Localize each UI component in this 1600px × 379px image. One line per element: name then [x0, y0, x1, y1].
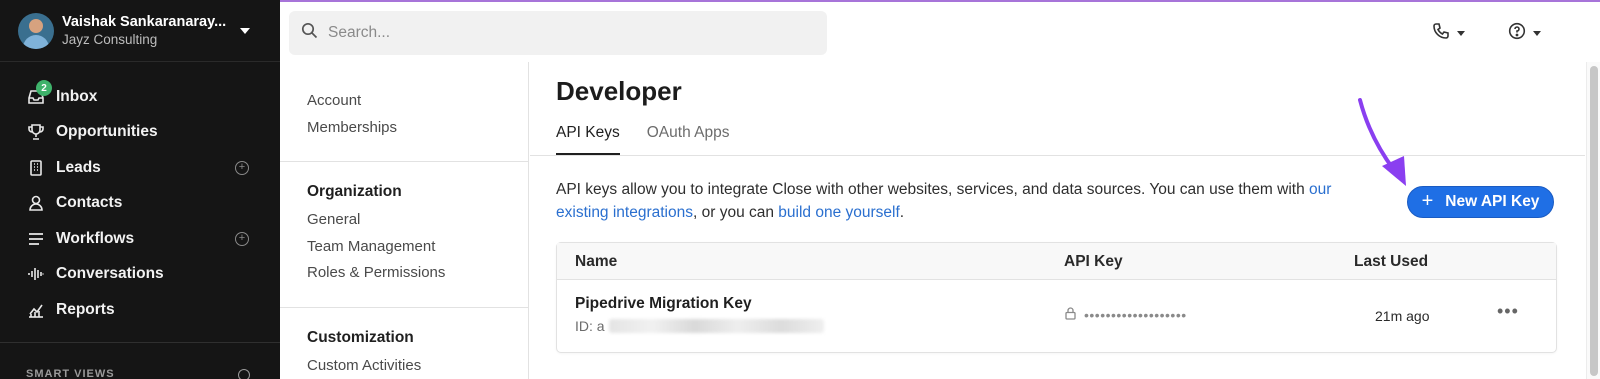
more-options-icon[interactable]: •••	[1497, 301, 1519, 322]
inbox-badge: 2	[36, 80, 52, 96]
profile-switcher[interactable]: Vaishak Sankaranaray... Jayz Consulting	[0, 0, 280, 62]
smart-views-heading: SMART VIEWS	[26, 368, 115, 379]
help-menu-button[interactable]	[1508, 22, 1541, 45]
main-content: Developer API Keys OAuth Apps API keys a…	[530, 62, 1585, 379]
description-part: .	[899, 203, 905, 221]
profile-name: Vaishak Sankaranaray...	[62, 14, 227, 30]
avatar	[18, 12, 54, 49]
main-sidebar: Vaishak Sankaranaray... Jayz Consulting …	[0, 0, 280, 379]
key-id: ID: a	[575, 318, 824, 334]
add-lead-icon[interactable]: +	[235, 160, 249, 175]
last-used-value: 21m ago	[1375, 308, 1430, 324]
column-header-name: Name	[575, 253, 618, 270]
tab-api-keys[interactable]: API Keys	[556, 124, 620, 155]
settings-link-general[interactable]: General	[307, 207, 528, 234]
search-box[interactable]	[289, 11, 827, 55]
phone-menu-button[interactable]	[1432, 22, 1465, 45]
sidebar-item-label: Reports	[56, 300, 115, 318]
tab-bar: API Keys OAuth Apps	[556, 124, 756, 155]
lock-icon	[1065, 307, 1076, 323]
sidebar-item-workflows[interactable]: Workflows +	[0, 221, 280, 257]
sidebar-item-leads[interactable]: Leads +	[0, 150, 280, 186]
chevron-down-icon	[1533, 31, 1541, 36]
table-row[interactable]: Pipedrive Migration Key ID: a ••••••••••…	[557, 280, 1556, 352]
settings-heading-customization: Customization	[307, 328, 414, 346]
tab-oauth-apps[interactable]: OAuth Apps	[647, 124, 730, 154]
annotation-arrow-icon	[1358, 98, 1406, 186]
settings-link-custom-activities[interactable]: Custom Activities	[307, 353, 528, 379]
list-icon	[27, 230, 45, 248]
api-keys-table: Name API Key Last Used Pipedrive Migrati…	[556, 242, 1557, 353]
column-header-api-key: API Key	[1064, 253, 1123, 270]
settings-link-memberships[interactable]: Memberships	[307, 115, 528, 142]
description-part: API keys allow you to integrate Close wi…	[556, 181, 1310, 198]
chart-icon	[27, 301, 45, 319]
add-workflow-icon[interactable]: +	[235, 231, 249, 246]
redacted-id	[608, 319, 824, 333]
scrollbar-thumb[interactable]	[1590, 66, 1598, 376]
sidebar-item-opportunities[interactable]: Opportunities	[0, 115, 280, 151]
sidebar-item-label: Opportunities	[56, 123, 158, 141]
description-text: API keys allow you to integrate Close wi…	[556, 179, 1376, 224]
settings-link-roles-permissions[interactable]: Roles & Permissions	[307, 260, 528, 287]
sidebar-item-label: Inbox	[56, 87, 98, 105]
sidebar-item-label: Workflows	[56, 229, 135, 247]
settings-link-team-management[interactable]: Team Management	[307, 234, 528, 261]
chevron-down-icon	[240, 27, 250, 34]
masked-api-key[interactable]: •••••••••••••••••••	[1065, 307, 1187, 323]
building-icon	[27, 159, 45, 177]
sidebar-item-label: Conversations	[56, 265, 164, 283]
key-id-prefix: ID: a	[575, 318, 605, 334]
sidebar-item-reports[interactable]: Reports	[0, 292, 280, 328]
waveform-icon	[27, 265, 45, 283]
search-icon	[301, 22, 318, 44]
masked-key-text: •••••••••••••••••••	[1084, 307, 1187, 323]
plus-icon: +	[1421, 189, 1434, 212]
key-name: Pipedrive Migration Key	[575, 295, 752, 312]
page-scrollbar[interactable]	[1586, 62, 1600, 379]
table-header: Name API Key Last Used	[557, 243, 1556, 280]
trophy-icon	[27, 123, 45, 141]
settings-heading-organization: Organization	[307, 183, 402, 200]
sidebar-divider	[0, 342, 280, 343]
sidebar-item-inbox[interactable]: 2 Inbox	[0, 79, 280, 115]
sidebar-item-contacts[interactable]: Contacts	[0, 186, 280, 222]
divider	[530, 155, 1585, 156]
settings-nav: Account Memberships Organization General…	[280, 62, 529, 379]
build-one-yourself-link[interactable]: build one yourself	[778, 204, 900, 221]
top-bar	[280, 0, 1600, 62]
description-part: , or you can	[693, 203, 779, 221]
search-input[interactable]	[328, 24, 808, 42]
chevron-down-icon	[1457, 31, 1465, 36]
column-header-last-used: Last Used	[1354, 253, 1429, 270]
help-icon	[1508, 22, 1526, 45]
sidebar-item-label: Leads	[56, 158, 101, 176]
add-smart-view-icon[interactable]	[238, 369, 250, 379]
sidebar-item-label: Contacts	[56, 194, 123, 212]
new-api-key-button[interactable]: + New API Key	[1407, 186, 1554, 218]
sidebar-item-conversations[interactable]: Conversations	[0, 257, 280, 293]
sidebar-nav: 2 Inbox Opportunities Leads + Contacts W…	[0, 62, 280, 328]
person-icon	[27, 194, 45, 212]
phone-icon	[1432, 22, 1450, 45]
settings-link-account[interactable]: Account	[307, 88, 528, 115]
new-api-key-label: New API Key	[1445, 193, 1540, 210]
page-title: Developer	[556, 76, 682, 106]
profile-org: Jayz Consulting	[62, 32, 158, 47]
